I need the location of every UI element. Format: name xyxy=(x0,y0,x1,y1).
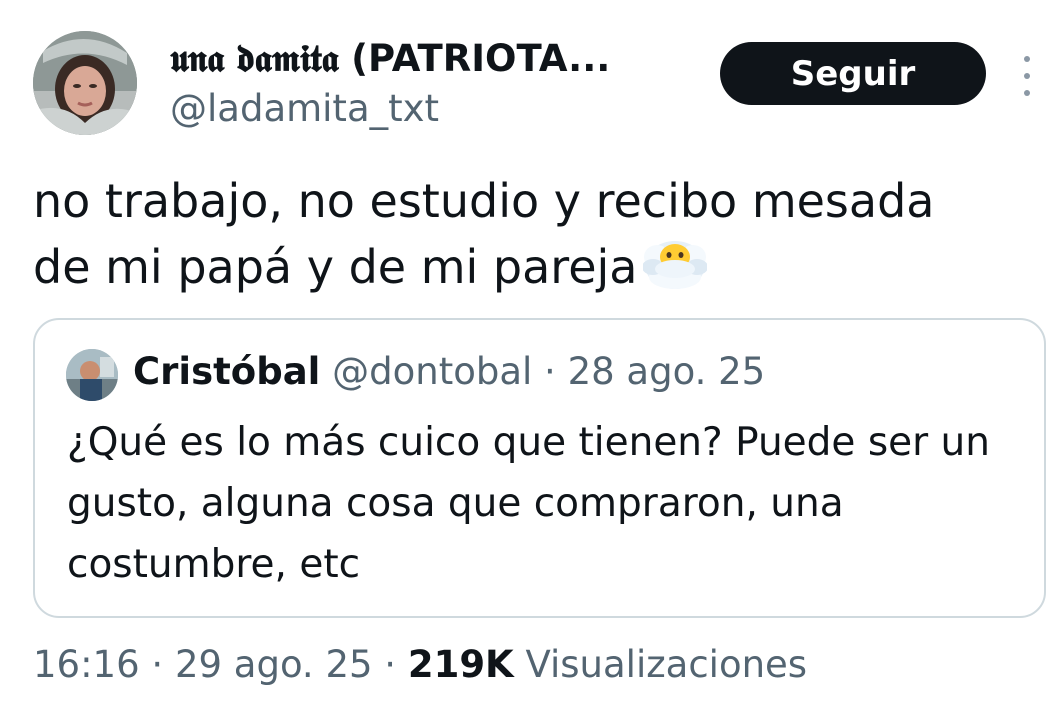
avatar-photo-icon xyxy=(66,349,118,401)
quoted-author-handle[interactable]: @dontobal xyxy=(332,350,532,393)
quoted-date[interactable]: 28 ago. 25 xyxy=(568,350,766,393)
tweet-meta: 16:16 · 29 ago. 25 · 219K Visualizacione… xyxy=(33,643,807,686)
quoted-tweet-text: ¿Qué es lo más cuico que tienen? Puede s… xyxy=(67,420,990,587)
more-dot xyxy=(1024,56,1030,62)
quoted-header: Cristóbal @dontobal · 28 ago. 25 xyxy=(133,350,765,393)
views-label: Visualizaciones xyxy=(525,643,808,686)
avatar-photo-icon xyxy=(33,31,137,135)
tweet-text-line-with-emoji: de mi papá y de mi pareja xyxy=(33,234,1033,300)
tweet-body: no trabajo, no estudio y recibo mesada d… xyxy=(33,168,1033,300)
more-dot xyxy=(1024,73,1030,79)
more-dot xyxy=(1024,90,1030,96)
quoted-author-avatar[interactable] xyxy=(66,349,118,401)
tweet-time[interactable]: 16:16 xyxy=(33,643,140,686)
face-in-clouds-icon xyxy=(643,241,708,289)
follow-button[interactable]: Seguir xyxy=(720,42,986,105)
tweet-text-line: no trabajo, no estudio y recibo mesada xyxy=(33,174,935,228)
tweet-date[interactable]: 29 ago. 25 xyxy=(175,643,373,686)
author-name-rest: (PATRIOTA... xyxy=(338,37,611,80)
views-count: 219K xyxy=(407,643,514,686)
author-handle[interactable]: @ladamita_txt xyxy=(170,87,439,130)
author-avatar[interactable] xyxy=(33,31,137,135)
meta-separator: · xyxy=(372,643,408,686)
quoted-tweet-card[interactable]: Cristóbal @dontobal · 28 ago. 25 ¿Qué es… xyxy=(33,318,1046,618)
quoted-author-name[interactable]: Cristóbal xyxy=(133,350,320,393)
meta-separator: · xyxy=(139,643,175,686)
author-name-styled: 𝖚𝖓𝖆 𝖉𝖆𝖒𝖎𝖙𝖆 xyxy=(170,36,339,80)
quoted-separator: · xyxy=(532,350,568,393)
more-options-icon[interactable] xyxy=(1013,56,1041,96)
tweet-text-line: de mi papá y de mi pareja xyxy=(33,240,638,294)
author-display-name[interactable]: 𝖚𝖓𝖆 𝖉𝖆𝖒𝖎𝖙𝖆 (PATRIOTA... xyxy=(170,36,610,81)
